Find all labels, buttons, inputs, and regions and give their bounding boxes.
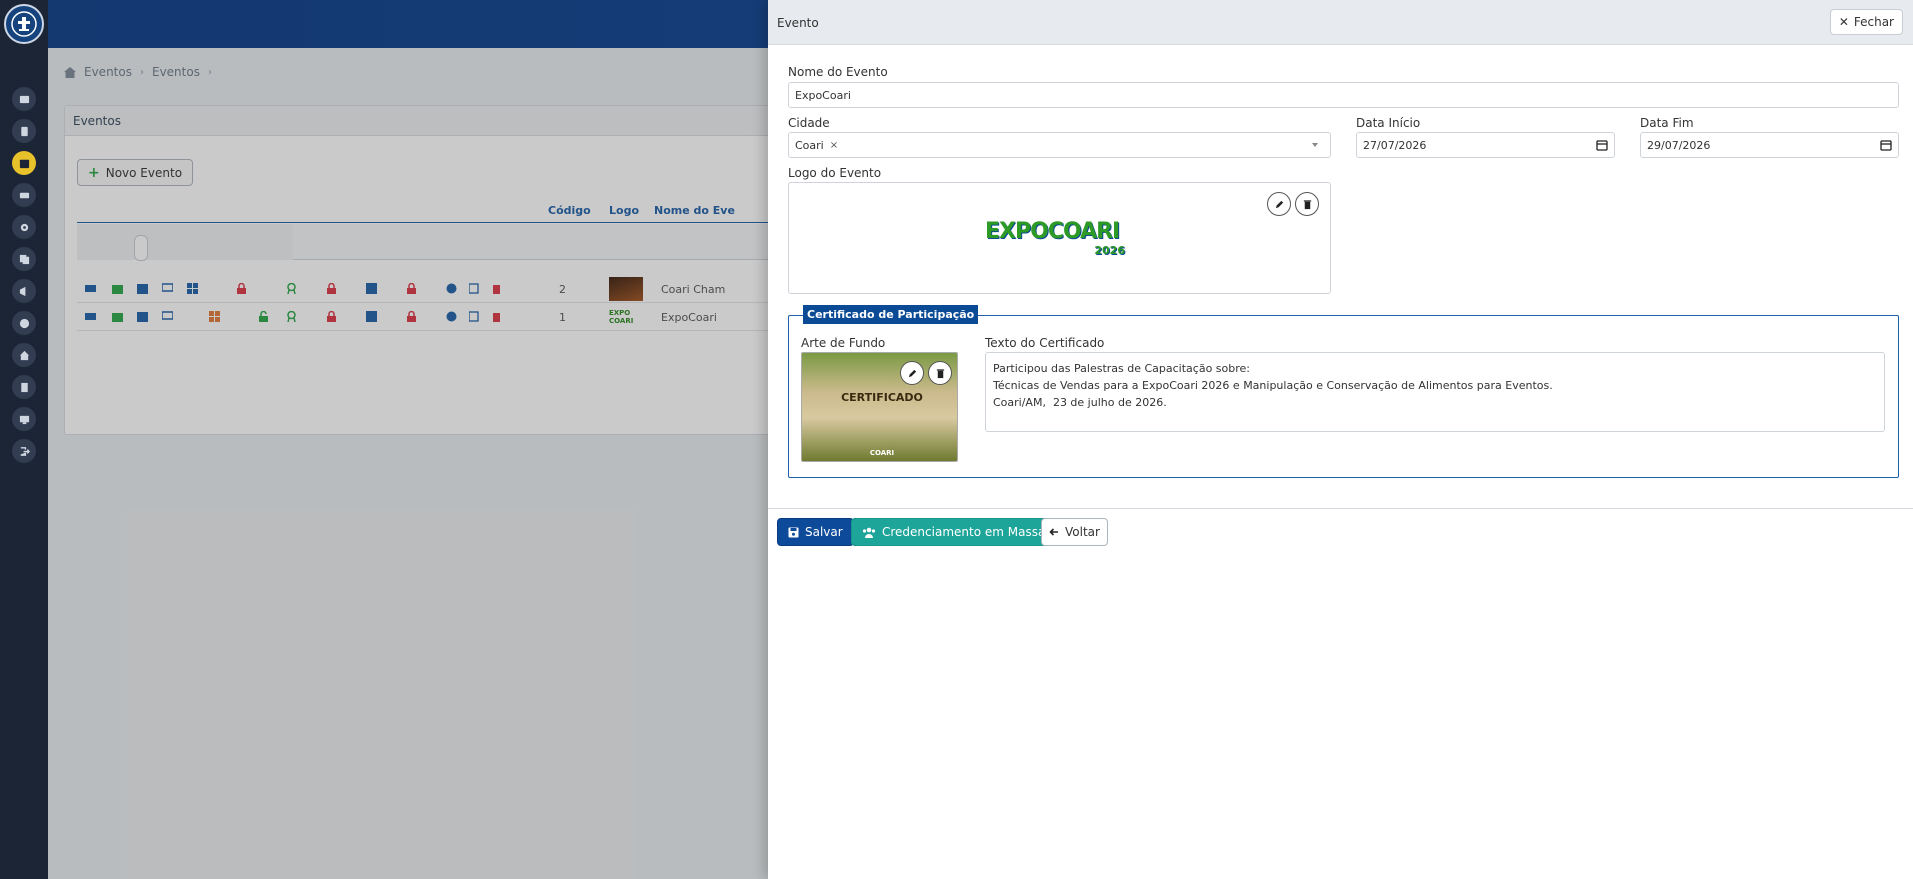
logo-main-text: EXPOCOARI (985, 219, 1120, 244)
mass-accreditation-label: Credenciamento em Massa (882, 525, 1046, 539)
arrow-left-icon (1049, 528, 1058, 536)
dropdown-caret-icon[interactable] (1312, 143, 1318, 147)
end-date-label: Data Fim (1640, 116, 1694, 130)
event-drawer: Evento ✕ Fechar Nome do Evento ExpoCoari… (768, 0, 1913, 879)
start-date-value: 27/07/2026 (1363, 139, 1427, 152)
certificate-thumb-title: CERTIFICADO (841, 391, 923, 404)
certificate-text-line: Coari/AM, 23 de julho de 2026. (993, 396, 1167, 409)
sidebar (0, 0, 48, 879)
close-icon: ✕ (1838, 15, 1849, 29)
nav-logout-icon[interactable] (12, 439, 36, 463)
calendar-icon[interactable] (1880, 139, 1892, 151)
event-name-input[interactable]: ExpoCoari (788, 82, 1899, 108)
event-name-label: Nome do Evento (788, 65, 888, 79)
back-label: Voltar (1065, 525, 1100, 539)
nav-id-card-icon[interactable] (12, 87, 36, 111)
logo-label: Logo do Evento (788, 166, 882, 180)
nav-home-icon[interactable] (12, 343, 36, 367)
mass-accreditation-button[interactable]: Credenciamento em Massa (851, 518, 1057, 546)
certificate-thumb-footer: COARI (869, 449, 895, 457)
delete-logo-button[interactable] (1295, 192, 1319, 216)
end-date-value: 29/07/2026 (1647, 139, 1711, 152)
close-label: Fechar (1853, 15, 1894, 29)
back-button[interactable]: Voltar (1041, 518, 1108, 546)
city-selected-value: Coari (795, 139, 824, 152)
pencil-icon (908, 369, 916, 377)
certificate-text-area[interactable]: Participou das Palestras de Capacitação … (985, 352, 1885, 432)
start-date-label: Data Início (1356, 116, 1421, 130)
calendar-icon[interactable] (1596, 139, 1608, 151)
logo-upload-box[interactable]: EXPOCOARI 2026 (788, 182, 1331, 294)
expocoari-logo: EXPOCOARI 2026 (985, 219, 1135, 261)
close-button[interactable]: ✕ Fechar (1829, 9, 1903, 35)
save-button[interactable]: Salvar (777, 518, 854, 546)
city-select[interactable]: Coari × (788, 132, 1331, 158)
nav-ticket-icon[interactable] (12, 183, 36, 207)
certificate-background-image: CERTIFICADO COARI (801, 352, 958, 462)
certificate-fieldset: Certificado de Participação Arte de Fund… (788, 305, 1899, 478)
nav-calendar-icon[interactable] (12, 151, 36, 175)
city-seal-icon (11, 11, 37, 37)
trash-icon (1303, 199, 1311, 209)
edit-background-button[interactable] (900, 361, 924, 385)
nav-globe-icon[interactable] (12, 311, 36, 335)
drawer-header: Evento ✕ Fechar (768, 0, 1913, 45)
nav-settings-icon[interactable] (12, 215, 36, 239)
users-icon (862, 527, 876, 538)
certificate-text-label: Texto do Certificado (985, 336, 1105, 350)
background-art-label: Arte de Fundo (801, 336, 886, 350)
app-root: Eventos › Eventos › Eventos + Novo Event… (0, 0, 1913, 879)
nav-monitor-icon[interactable] (12, 407, 36, 431)
trash-icon (936, 368, 944, 378)
end-date-input[interactable]: 29/07/2026 (1640, 132, 1899, 158)
edit-logo-button[interactable] (1267, 192, 1291, 216)
certificate-legend: Certificado de Participação (803, 305, 979, 324)
footer-divider (768, 508, 1913, 509)
delete-background-button[interactable] (928, 361, 952, 385)
logo-year-text: 2026 (1094, 244, 1125, 257)
nav-copy-icon[interactable] (12, 247, 36, 271)
drawer-title: Evento (777, 16, 819, 30)
nav-document-icon[interactable] (12, 119, 36, 143)
save-label: Salvar (805, 525, 843, 539)
save-icon (788, 527, 799, 537)
certificate-text-line: Técnicas de Vendas para a ExpoCoari 2026… (993, 379, 1553, 392)
app-logo[interactable] (4, 4, 44, 44)
certificate-text-line: Participou das Palestras de Capacitação … (993, 362, 1251, 375)
remove-selection-icon[interactable]: × (830, 140, 838, 151)
pencil-icon (1275, 200, 1283, 208)
start-date-input[interactable]: 27/07/2026 (1356, 132, 1615, 158)
nav-megaphone-icon[interactable] (12, 279, 36, 303)
city-label: Cidade (788, 116, 830, 130)
nav-file-icon[interactable] (12, 375, 36, 399)
